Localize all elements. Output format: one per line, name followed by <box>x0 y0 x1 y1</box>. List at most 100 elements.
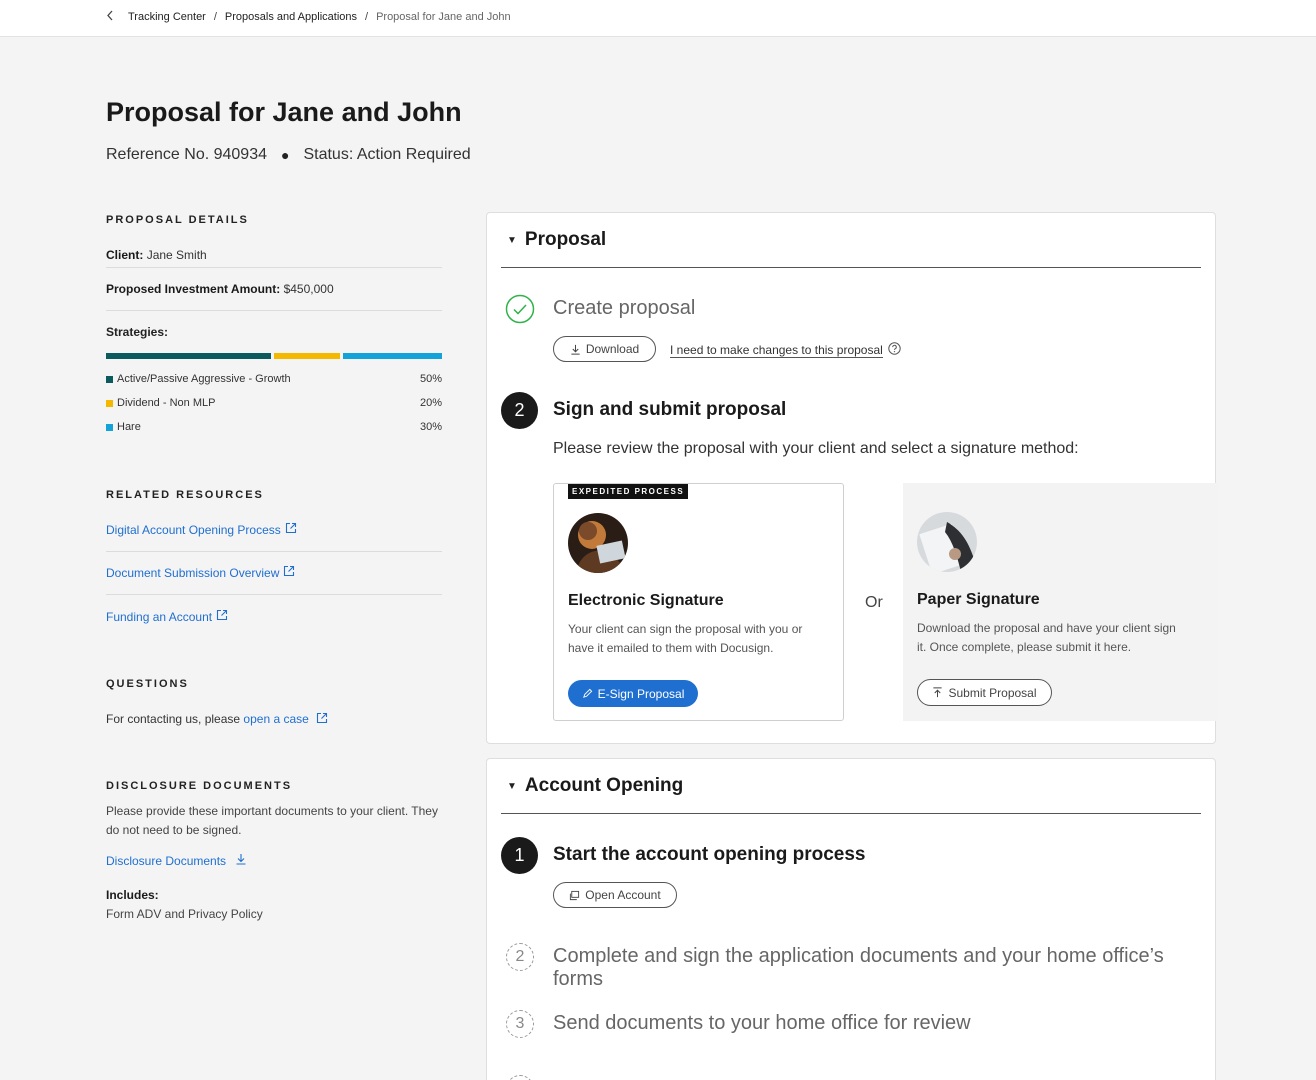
strategy-item: Active/Passive Aggressive - Growth 50% <box>106 367 442 391</box>
strategies-block: Strategies: Active/Passive Aggressive - … <box>106 311 442 439</box>
step-number-badge-pending: 3 <box>506 1010 534 1038</box>
disclosure-text: Please provide these important documents… <box>106 804 438 837</box>
account-opening-card-title: Account Opening <box>524 775 684 796</box>
includes-label: Includes: <box>106 888 159 903</box>
step-sign-submit: Sign and submit proposal <box>553 399 787 420</box>
download-button[interactable]: Download <box>553 336 656 362</box>
proposal-details: PROPOSAL DETAILS Client: Jane Smith Prop… <box>106 214 442 439</box>
step-number-badge: 1 <box>501 837 538 874</box>
resource-item: Digital Account Opening Process <box>106 509 442 552</box>
step-start-account-opening: Start the account opening process <box>553 844 866 865</box>
or-label: Or <box>865 594 883 611</box>
external-link-icon <box>285 521 297 539</box>
meta-separator-dot: ● <box>281 147 290 163</box>
submit-proposal-button[interactable]: Submit Proposal <box>917 679 1052 706</box>
electronic-signature-title: Electronic Signature <box>568 592 724 609</box>
strategy-allocation-segment <box>274 353 340 359</box>
download-icon <box>235 852 247 870</box>
electronic-signature-desc: Your client can sign the proposal with y… <box>568 622 803 655</box>
esign-proposal-label: E-Sign Proposal <box>597 686 685 701</box>
collapse-triangle-icon: ▼ <box>507 780 517 792</box>
download-icon <box>571 344 580 355</box>
amount-value: $450,000 <box>283 282 334 296</box>
resource-link-funding[interactable]: Funding an Account <box>106 610 212 624</box>
strategy-swatch <box>106 423 113 431</box>
external-link-icon <box>316 712 328 727</box>
proposal-details-heading: PROPOSAL DETAILS <box>106 214 249 226</box>
changes-link-row: I need to make changes to this proposal <box>670 342 901 358</box>
related-resources: RELATED RESOURCES Digital Account Openin… <box>106 489 442 638</box>
includes-value: Form ADV and Privacy Policy <box>106 907 263 922</box>
open-account-button[interactable]: Open Account <box>553 882 677 908</box>
page-title: Proposal for Jane and John <box>106 97 462 127</box>
changes-link[interactable]: I need to make changes to this proposal <box>670 343 883 358</box>
breadcrumb-proposals[interactable]: Proposals and Applications <box>225 11 357 23</box>
submit-proposal-label: Submit Proposal <box>948 685 1037 700</box>
strategy-percent: 20% <box>419 397 442 409</box>
strategies-allocation-bar <box>106 353 442 359</box>
disclosure-documents-link[interactable]: Disclosure Documents <box>106 854 226 868</box>
electronic-signature-image <box>568 513 628 573</box>
step-create-proposal: Create proposal <box>553 297 696 319</box>
step-number-badge: 2 <box>501 392 538 429</box>
related-resources-heading: RELATED RESOURCES <box>106 489 264 501</box>
breadcrumb-separator: / <box>365 10 369 23</box>
breadcrumb-tracking-center[interactable]: Tracking Center <box>128 11 206 23</box>
help-icon[interactable] <box>888 342 901 358</box>
resource-link-digital-account[interactable]: Digital Account Opening Process <box>106 523 281 537</box>
status-text: Status: Action Required <box>303 146 471 163</box>
disclosure-section: DISCLOSURE DOCUMENTS Please provide thes… <box>106 780 442 921</box>
amount-row: Proposed Investment Amount: $450,000 <box>106 268 442 311</box>
chevron-left-icon[interactable] <box>106 10 114 23</box>
disclosure-heading: DISCLOSURE DOCUMENTS <box>106 780 293 792</box>
proposal-card-header[interactable]: ▼ Proposal <box>501 213 1201 268</box>
window-icon <box>570 890 580 900</box>
esign-proposal-button[interactable]: E-Sign Proposal <box>568 680 698 707</box>
paper-signature-title: Paper Signature <box>917 591 1040 608</box>
resource-item: Funding an Account <box>106 595 442 638</box>
paper-signature-image <box>917 512 977 572</box>
resource-item: Document Submission Overview <box>106 552 442 595</box>
client-label: Client: <box>106 248 144 262</box>
step-number-badge-pending <box>506 1075 534 1080</box>
strategy-name: Active/Passive Aggressive - Growth <box>117 373 291 385</box>
step-complete-sign-documents: Complete and sign the application docume… <box>553 945 1164 990</box>
disclosure-link-row: Disclosure Documents <box>106 852 442 870</box>
breadcrumb: Tracking Center / Proposals and Applicat… <box>106 10 511 23</box>
client-row: Client: Jane Smith <box>106 226 442 268</box>
resource-link-document-submission[interactable]: Document Submission Overview <box>106 566 279 580</box>
strategy-percent: 30% <box>419 421 442 433</box>
strategy-item: Dividend - Non MLP 20% <box>106 391 442 415</box>
top-bar: Tracking Center / Proposals and Applicat… <box>0 0 1316 37</box>
proposal-card-title: Proposal <box>524 229 607 250</box>
questions-text: For contacting us, please <box>106 712 241 726</box>
amount-label: Proposed Investment Amount: <box>106 282 281 296</box>
strategy-swatch <box>106 375 113 383</box>
step-number-badge-pending: 2 <box>506 943 534 971</box>
account-opening-card: ▼ Account Opening 1 Start the account op… <box>486 758 1216 1080</box>
breadcrumb-separator: / <box>213 10 217 23</box>
expedited-badge: EXPEDITED PROCESS <box>568 484 689 499</box>
breadcrumb-current: Proposal for Jane and John <box>376 10 511 23</box>
open-case-link[interactable]: open a case <box>243 712 308 726</box>
strategies-label: Strategies: <box>106 325 169 339</box>
step-send-documents: Send documents to your home office for r… <box>553 1012 971 1034</box>
step-sign-desc: Please review the proposal with your cli… <box>553 440 1079 457</box>
strategy-item: Hare 30% <box>106 415 442 439</box>
account-opening-card-header[interactable]: ▼ Account Opening <box>501 759 1201 814</box>
page-meta: Reference No. 940934 ● Status: Action Re… <box>106 146 471 164</box>
electronic-signature-option: EXPEDITED PROCESS Electronic Signature Y… <box>553 483 844 721</box>
open-account-label: Open Account <box>585 888 661 902</box>
collapse-triangle-icon: ▼ <box>507 234 517 246</box>
strategy-percent: 50% <box>419 373 442 385</box>
reference-number: Reference No. 940934 <box>106 146 267 163</box>
external-link-icon <box>283 564 295 582</box>
strategy-name: Hare <box>117 421 141 433</box>
strategy-name: Dividend - Non MLP <box>117 397 216 409</box>
strategy-allocation-segment <box>106 353 271 359</box>
strategy-allocation-segment <box>343 353 442 359</box>
proposal-card: ▼ Proposal Create proposal Download I ne… <box>486 212 1218 744</box>
paper-signature-desc: Download the proposal and have your clie… <box>917 621 1176 654</box>
external-link-icon <box>216 608 228 626</box>
download-label: Download <box>585 342 640 356</box>
